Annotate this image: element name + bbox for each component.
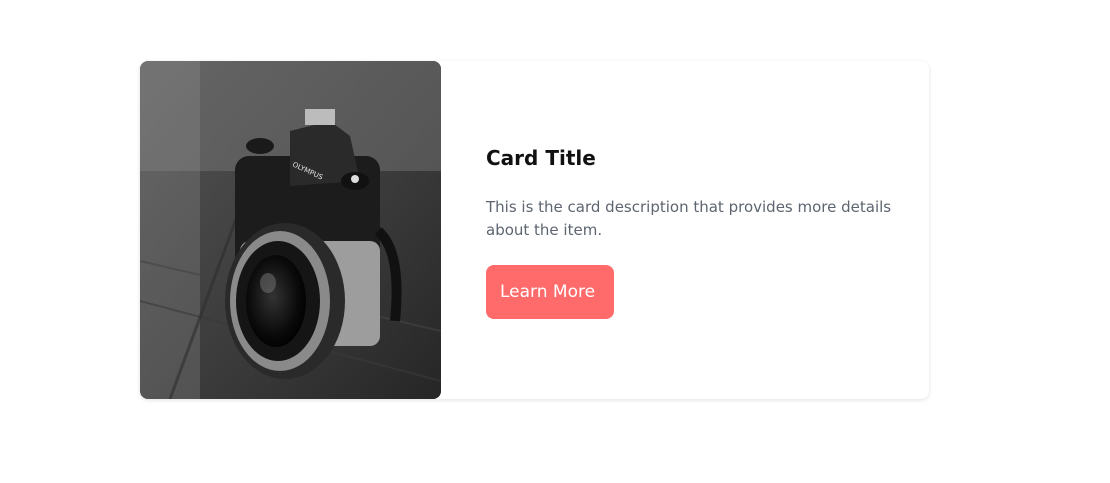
learn-more-button[interactable]: Learn More (486, 265, 615, 319)
product-card: OLYMPUS Card Title This is the card desc… (140, 61, 929, 399)
camera-photo: OLYMPUS (140, 61, 441, 399)
card-image: OLYMPUS (140, 61, 441, 399)
card-description: This is the card description that provid… (486, 198, 892, 239)
card-title: Card Title (486, 146, 596, 170)
card-body: Card Title This is the card description … (441, 61, 929, 399)
